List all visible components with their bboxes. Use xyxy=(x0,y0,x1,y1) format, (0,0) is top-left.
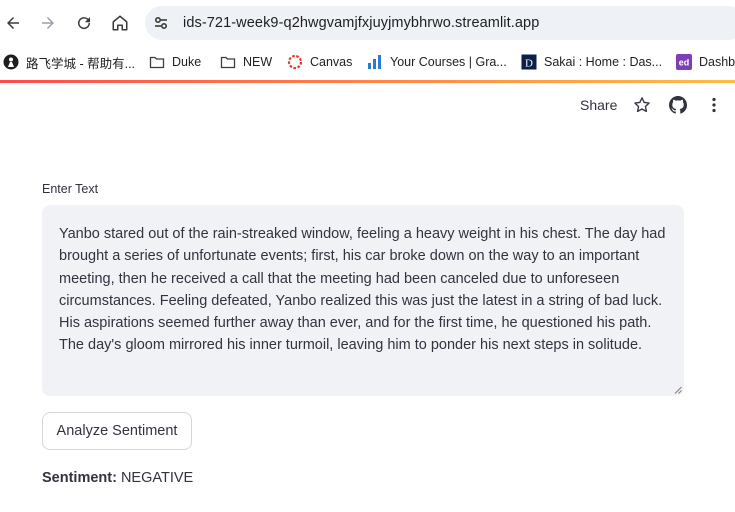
result-value: NEGATIVE xyxy=(120,470,194,486)
home-button[interactable] xyxy=(108,11,132,35)
star-icon[interactable] xyxy=(633,96,651,114)
text-input-value[interactable]: Yanbo stared out of the rain-streaked wi… xyxy=(59,226,665,353)
browser-toolbar: ids-721-week9-q2hwgvamjfxjuyjmybhrwo.str… xyxy=(0,0,735,46)
luffy-icon xyxy=(3,54,19,70)
bookmark-luffy[interactable]: 路飞学城 - 帮助有... xyxy=(3,52,135,72)
sentiment-result: Sentiment: NEGATIVE xyxy=(42,470,193,486)
reload-icon xyxy=(78,17,91,30)
sakai-icon: D xyxy=(521,54,537,70)
reload-button[interactable] xyxy=(72,11,96,35)
text-area-label: Enter Text xyxy=(42,182,99,196)
address-bar[interactable]: ids-721-week9-q2hwgvamjfxjuyjmybhrwo.str… xyxy=(145,6,735,40)
bookmark-label: Your Courses | Gra... xyxy=(390,55,507,69)
bookmark-new[interactable]: NEW xyxy=(220,52,272,72)
folder-icon xyxy=(220,54,236,70)
bookmark-label: NEW xyxy=(243,55,273,69)
text-input-area[interactable]: Yanbo stared out of the rain-streaked wi… xyxy=(42,205,684,396)
folder-icon xyxy=(149,54,165,70)
canvas-icon xyxy=(287,54,303,70)
svg-text:ed: ed xyxy=(679,58,690,68)
bookmarks-bar: 路飞学城 - 帮助有... Duke NEW Canvas Your Cours… xyxy=(0,46,735,78)
analyze-sentiment-button[interactable]: Analyze Sentiment xyxy=(42,412,192,450)
svg-text:D: D xyxy=(525,58,533,70)
more-menu-icon[interactable] xyxy=(705,96,723,114)
bookmark-duke[interactable]: Duke xyxy=(149,52,201,72)
bookmark-label: Duke xyxy=(172,55,202,69)
gradescope-icon xyxy=(367,54,383,70)
ed-icon: ed xyxy=(676,54,692,70)
home-icon xyxy=(112,15,128,31)
url-text[interactable]: ids-721-week9-q2hwgvamjfxjuyjmybhrwo.str… xyxy=(183,15,539,31)
app-header: Share xyxy=(0,83,735,127)
resize-handle-icon[interactable] xyxy=(674,386,682,394)
bookmark-canvas[interactable]: Canvas xyxy=(287,52,352,72)
bookmark-label: 路飞学城 - 帮助有... xyxy=(26,56,136,71)
forward-button[interactable] xyxy=(36,11,60,35)
back-button[interactable] xyxy=(1,11,25,35)
result-key: Sentiment: xyxy=(42,470,117,486)
bookmark-gradescope[interactable]: Your Courses | Gra... xyxy=(367,52,507,72)
button-label: Analyze Sentiment xyxy=(56,423,178,439)
bookmark-label: Canvas xyxy=(310,55,353,69)
bookmark-sakai[interactable]: D Sakai : Home : Das... xyxy=(521,52,662,72)
site-settings-icon[interactable] xyxy=(153,15,169,31)
bookmark-ed[interactable]: ed Dashbo xyxy=(676,52,735,72)
bookmark-label: Sakai : Home : Das... xyxy=(544,55,663,69)
bookmark-label: Dashbo xyxy=(699,55,735,69)
back-arrow-icon xyxy=(7,17,19,29)
github-icon[interactable] xyxy=(669,96,687,114)
forward-arrow-icon xyxy=(42,17,54,29)
share-button[interactable]: Share xyxy=(580,97,617,113)
